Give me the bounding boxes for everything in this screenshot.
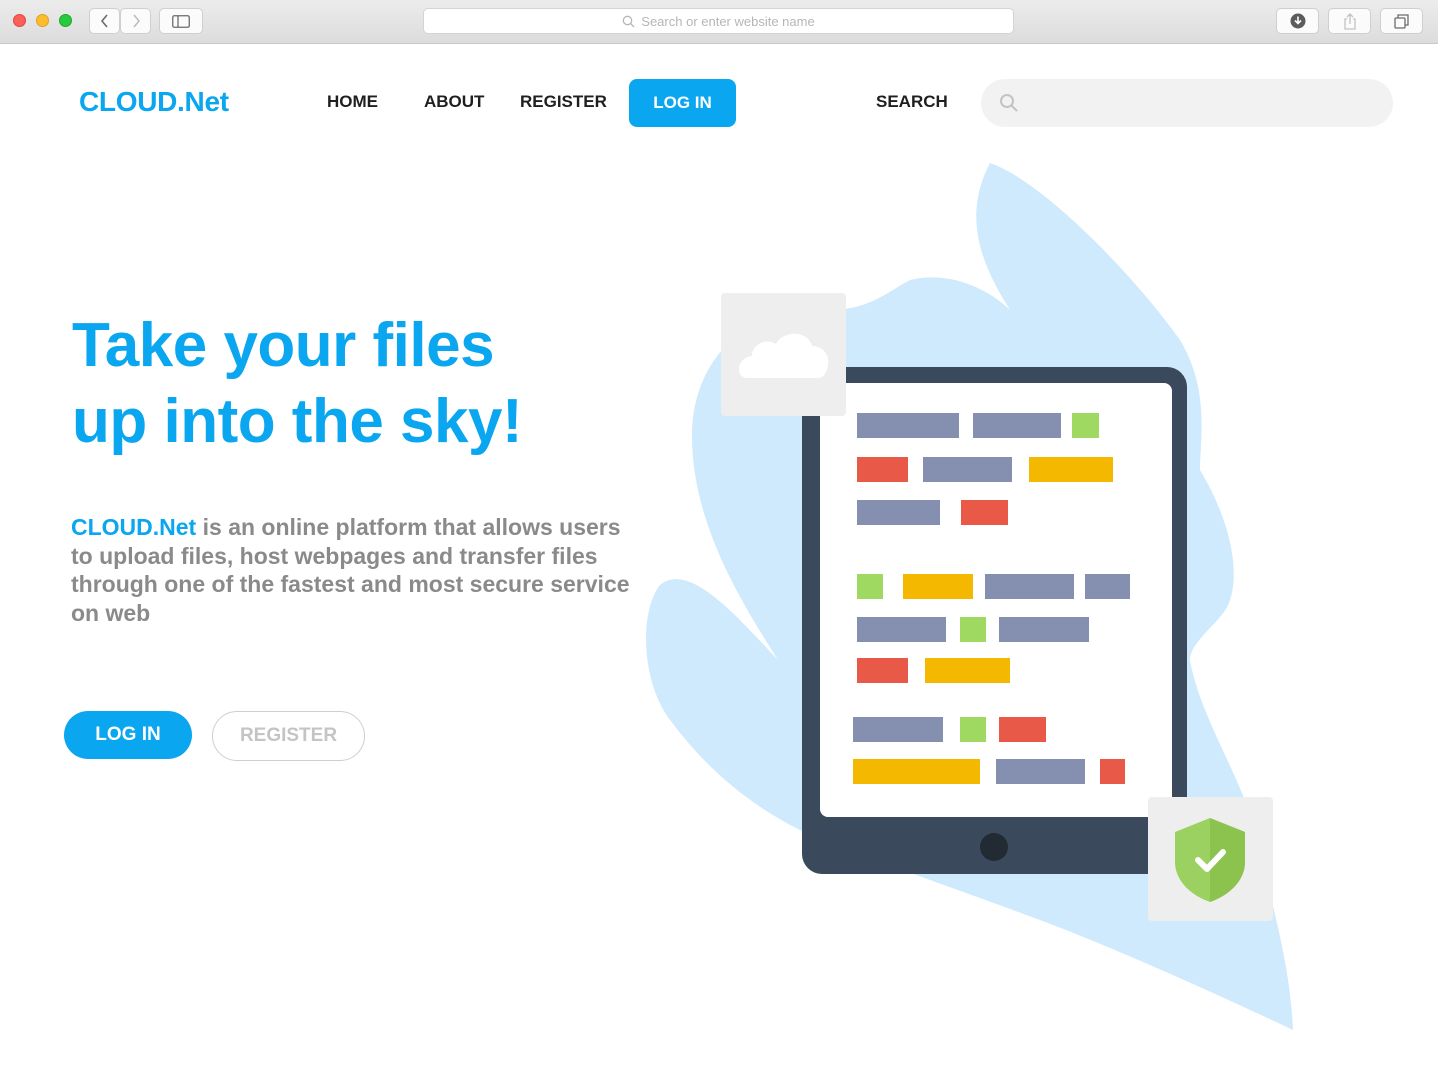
bar [857, 500, 940, 525]
bar [857, 457, 908, 482]
sidebar-icon [172, 14, 190, 28]
search-icon [1000, 94, 1018, 112]
hero-title: Take your files up into the sky! [72, 308, 523, 460]
search-input[interactable] [1029, 79, 1379, 127]
share-icon [1343, 12, 1356, 30]
bar [1072, 413, 1099, 438]
bar [1029, 457, 1113, 482]
hero-title-line-1: Take your files [72, 311, 495, 380]
bar [857, 617, 946, 642]
bar [853, 759, 980, 784]
hero-login-button[interactable]: LOG IN [64, 711, 192, 759]
downloads-button[interactable] [1276, 8, 1319, 34]
tabs-icon [1394, 13, 1409, 29]
bar [857, 413, 959, 438]
search-icon [622, 15, 635, 27]
nav-login-button[interactable]: LOG IN [629, 79, 736, 127]
bar [999, 617, 1089, 642]
hero-description-brand: CLOUD.Net [71, 514, 197, 540]
bar [925, 658, 1010, 683]
hero-register-button[interactable]: REGISTER [212, 711, 365, 761]
download-icon [1290, 13, 1305, 29]
hero-title-line-2: up into the sky! [72, 387, 523, 456]
bar [973, 413, 1061, 438]
address-bar[interactable]: Search or enter website name [423, 8, 1014, 34]
search-field[interactable] [981, 79, 1393, 127]
forward-button[interactable] [120, 8, 151, 34]
bar [961, 500, 1008, 525]
site-logo[interactable]: CLOUD.Net [79, 86, 229, 118]
address-placeholder: Search or enter website name [641, 13, 815, 29]
bar [985, 574, 1074, 599]
maximize-window-button[interactable] [59, 14, 72, 27]
bar [1085, 574, 1130, 599]
close-window-button[interactable] [13, 14, 26, 27]
forward-icon [132, 14, 140, 28]
sidebar-button[interactable] [159, 8, 203, 34]
bar [853, 717, 943, 742]
back-button[interactable] [89, 8, 120, 34]
bar [999, 717, 1046, 742]
browser-toolbar: Search or enter website name [0, 0, 1438, 44]
tablet-home-button [980, 833, 1008, 861]
hero-description: CLOUD.Net is an online platform that all… [71, 513, 631, 627]
bar [960, 617, 986, 642]
bar [923, 457, 1012, 482]
bar [996, 759, 1085, 784]
tabs-button[interactable] [1380, 8, 1423, 34]
bar [857, 658, 908, 683]
bar [960, 717, 986, 742]
nav-register-link[interactable]: REGISTER [520, 92, 607, 112]
bar [1100, 759, 1125, 784]
search-label: SEARCH [876, 92, 948, 111]
back-icon [100, 14, 108, 28]
nav-home-link[interactable]: HOME [327, 92, 378, 112]
nav-about-link[interactable]: ABOUT [424, 92, 484, 112]
tablet-screen [820, 383, 1172, 817]
bar [857, 574, 883, 599]
share-button[interactable] [1328, 8, 1371, 34]
bar [903, 574, 973, 599]
minimize-window-button[interactable] [36, 14, 49, 27]
hero-illustration [646, 163, 1293, 1030]
